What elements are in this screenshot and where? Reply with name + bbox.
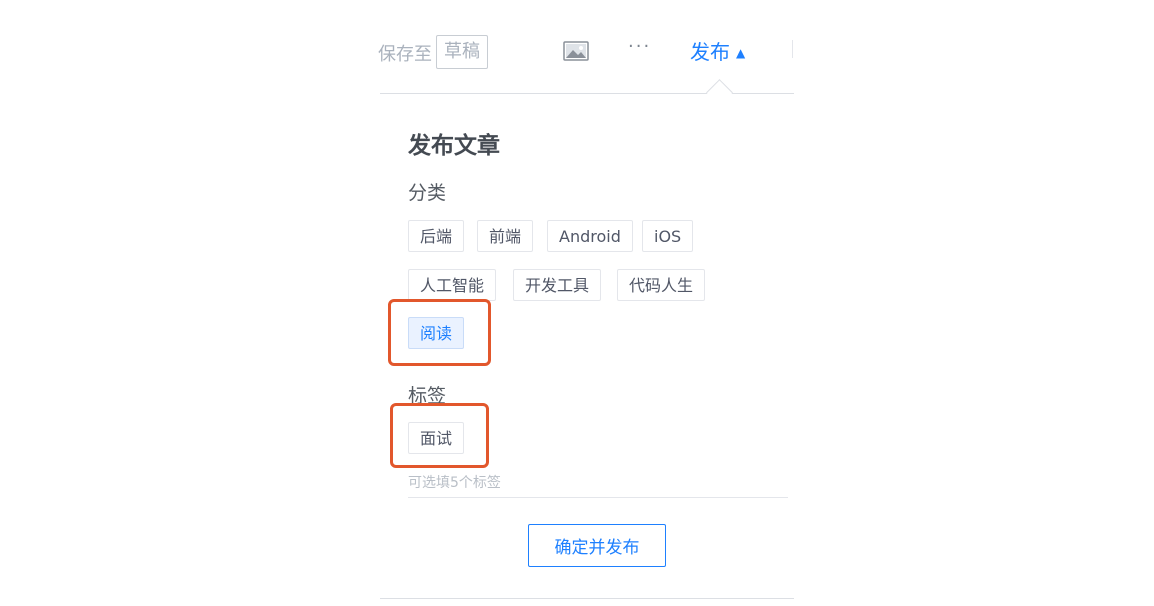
more-options-button[interactable]: ··· (628, 36, 651, 57)
category-tag[interactable]: Android (547, 220, 633, 252)
editor-header: 保存至 草稿 ··· 发布 ▲ (0, 0, 1154, 96)
panel-bottom-border (380, 598, 794, 599)
autosave-text: 保存至 (378, 44, 432, 65)
tag-chip-highlight (390, 403, 489, 468)
category-tag[interactable]: 后端 (408, 220, 465, 252)
category-label: 分类 (408, 182, 447, 204)
category-tag[interactable]: 开发工具 (513, 269, 602, 301)
caret-up-icon: ▲ (736, 46, 746, 60)
panel-title: 发布文章 (408, 133, 500, 159)
image-icon[interactable] (563, 41, 589, 61)
autosave-status: 保存至 草稿 (378, 35, 488, 72)
category-tag[interactable]: iOS (642, 220, 694, 252)
category-tag[interactable]: 代码人生 (617, 269, 706, 301)
publish-button[interactable]: 发布 ▲ (690, 36, 745, 65)
publish-label: 发布 (690, 40, 730, 64)
selected-category-highlight (388, 299, 491, 366)
draft-link[interactable]: 草稿 (436, 35, 488, 69)
category-tag[interactable]: 前端 (477, 220, 534, 252)
category-tag[interactable]: 人工智能 (408, 269, 497, 301)
confirm-publish-button[interactable]: 确定并发布 (528, 524, 666, 567)
header-divider (792, 40, 793, 58)
tag-input[interactable]: 可选填5个标签 (408, 470, 788, 498)
